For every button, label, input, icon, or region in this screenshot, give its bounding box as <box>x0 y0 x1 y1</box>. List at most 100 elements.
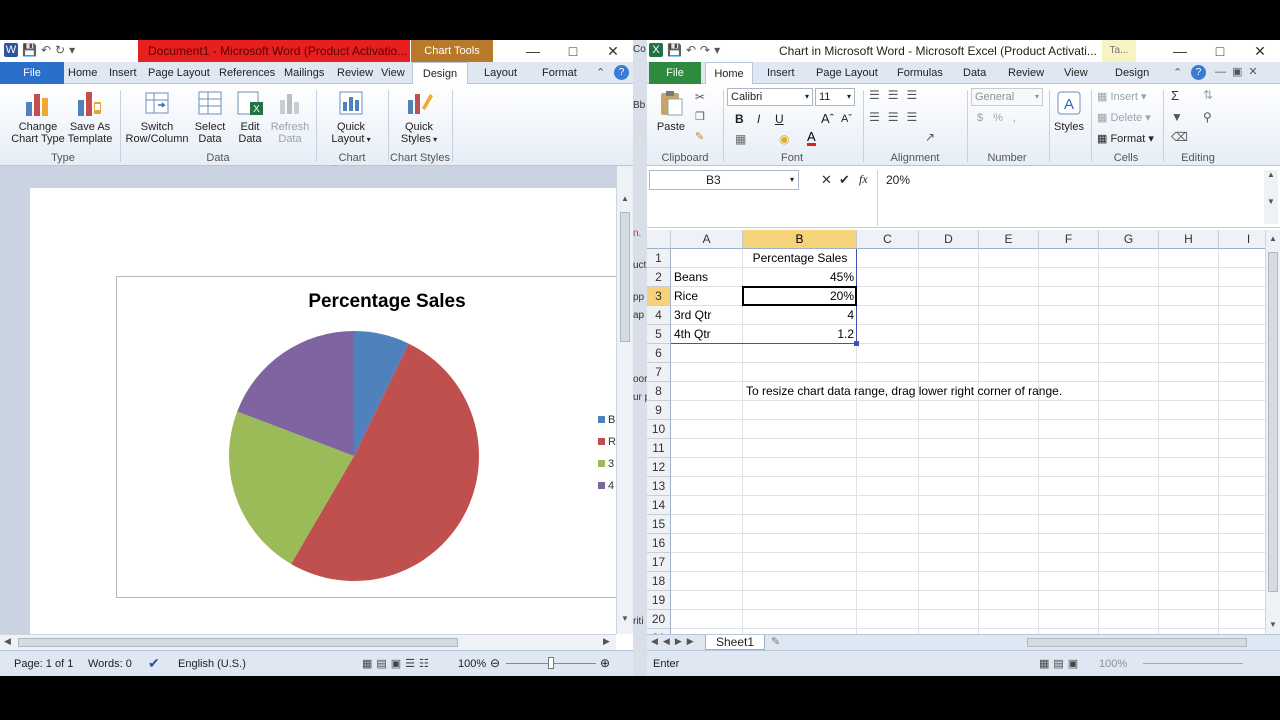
column-header-f[interactable]: F <box>1039 230 1099 249</box>
view-buttons-icon[interactable]: ▦▤▣ <box>1039 657 1082 670</box>
bold-icon[interactable]: B <box>735 112 744 126</box>
column-header-e[interactable]: E <box>979 230 1039 249</box>
row-header-19[interactable]: 19 <box>647 591 671 610</box>
word-scroll-thumb[interactable] <box>620 212 630 342</box>
row-header-8[interactable]: 8 <box>647 382 671 401</box>
fill-icon[interactable]: ▼ <box>1171 110 1183 124</box>
format-cells-button[interactable]: ▦ Format ▾ <box>1097 132 1154 145</box>
tab-design[interactable]: Design <box>412 62 468 85</box>
insert-cells-button[interactable]: ▦ Insert ▾ <box>1097 90 1147 103</box>
styles-button[interactable]: A Styles <box>1051 88 1087 133</box>
scroll-left-icon[interactable]: ◀ <box>4 636 11 647</box>
column-header-h[interactable]: H <box>1159 230 1219 249</box>
row-header-12[interactable]: 12 <box>647 458 671 477</box>
column-header-a[interactable]: A <box>671 230 743 249</box>
word-horizontal-scrollbar[interactable]: ◀ ▶ <box>0 634 616 650</box>
page-count[interactable]: Page: 1 of 1 <box>14 658 73 670</box>
row-header-3[interactable]: 3 <box>647 287 671 306</box>
chart-frame[interactable]: Percentage Sales BR34 <box>116 276 616 598</box>
row-header-7[interactable]: 7 <box>647 363 671 382</box>
sort-filter-icon[interactable]: ⇅ <box>1203 88 1213 102</box>
range-resize-handle[interactable] <box>854 341 859 346</box>
cut-icon[interactable]: ✂ <box>695 90 705 104</box>
number-format-icons[interactable]: $%, <box>977 112 1026 124</box>
cell-b2[interactable]: 45% <box>746 268 854 287</box>
column-header-g[interactable]: G <box>1099 230 1159 249</box>
minimize-icon[interactable]: — <box>513 40 553 62</box>
row-header-5[interactable]: 5 <box>647 325 671 344</box>
column-header-d[interactable]: D <box>919 230 979 249</box>
quick-layout-button[interactable]: Quick Layout ▾ <box>320 88 382 146</box>
formula-bar-scroll[interactable]: ▲ ▼ <box>1264 170 1278 224</box>
tab-home[interactable]: Home <box>705 62 753 85</box>
zoom-slider[interactable] <box>1143 663 1243 664</box>
row-header-18[interactable]: 18 <box>647 572 671 591</box>
cell-a3[interactable]: Rice <box>674 287 740 306</box>
row-header-16[interactable]: 16 <box>647 534 671 553</box>
tab-mailings[interactable]: Mailings <box>278 62 330 84</box>
excel-hscroll-thumb[interactable] <box>1027 638 1247 647</box>
paste-button[interactable]: Paste <box>653 88 689 133</box>
tab-home[interactable]: Home <box>62 62 103 84</box>
tab-file[interactable]: File <box>649 62 701 84</box>
cell-b5[interactable]: 1.2 <box>746 325 854 344</box>
customize-qat-icon[interactable]: ▾ <box>69 43 75 57</box>
tab-page-layout[interactable]: Page Layout <box>142 62 216 84</box>
font-size-select[interactable]: 11 ▾ <box>815 88 855 106</box>
format-painter-icon[interactable]: ✎ <box>695 130 704 143</box>
zoom-out-icon[interactable]: ⊖ <box>490 656 500 670</box>
undo-icon[interactable]: ↶ <box>41 43 51 57</box>
cell-a5[interactable]: 4th Qtr <box>674 325 740 344</box>
tab-page-layout[interactable]: Page Layout <box>810 62 884 84</box>
tab-file[interactable]: File <box>0 62 64 84</box>
copy-icon[interactable]: ❐ <box>695 110 705 123</box>
tab-insert[interactable]: Insert <box>103 62 143 84</box>
find-select-icon[interactable]: ⚲ <box>1203 110 1212 124</box>
clear-icon[interactable]: ⌫ <box>1171 130 1188 144</box>
column-header-i[interactable]: I <box>1219 230 1265 249</box>
tab-formulas[interactable]: Formulas <box>891 62 949 84</box>
tab-view[interactable]: View <box>1058 62 1094 84</box>
cell-b4[interactable]: 4 <box>746 306 854 325</box>
cancel-entry-icon[interactable]: ✕ <box>821 172 832 188</box>
quick-styles-button[interactable]: Quick Styles ▾ <box>392 88 446 146</box>
cell-a2[interactable]: Beans <box>674 268 740 287</box>
edit-data-button[interactable]: X Edit Data <box>230 88 270 145</box>
word-app-icon[interactable]: W <box>4 43 18 57</box>
tab-view[interactable]: View <box>375 62 411 84</box>
excel-zoom-level[interactable]: 100% <box>1099 658 1127 670</box>
word-vertical-scrollbar[interactable]: ▲ ▼ <box>616 166 633 634</box>
redo-icon[interactable]: ↷ <box>700 43 710 57</box>
minimize-icon[interactable]: — <box>1160 40 1200 62</box>
shrink-font-icon[interactable]: Aˇ <box>841 113 852 125</box>
tab-insert[interactable]: Insert <box>761 62 801 84</box>
workbook-window-controls-icon[interactable]: —▣✕ <box>1215 65 1264 78</box>
confirm-entry-icon[interactable]: ✔ <box>839 172 850 188</box>
insert-function-icon[interactable]: fx <box>859 172 868 187</box>
scroll-up-icon[interactable]: ▲ <box>1269 234 1277 243</box>
save-icon[interactable]: 💾 <box>22 43 37 57</box>
ribbon-collapse-icon[interactable]: ⌃ <box>596 66 605 79</box>
save-icon[interactable]: 💾 <box>667 43 682 57</box>
zoom-slider-thumb[interactable] <box>548 657 554 669</box>
tab-data[interactable]: Data <box>957 62 992 84</box>
row-header-20[interactable]: 20 <box>647 610 671 629</box>
row-header-14[interactable]: 14 <box>647 496 671 515</box>
help-icon[interactable]: ? <box>1191 65 1206 80</box>
word-hscroll-thumb[interactable] <box>18 638 458 647</box>
row-header-17[interactable]: 17 <box>647 553 671 572</box>
tab-review[interactable]: Review <box>331 62 379 84</box>
spreadsheet-grid[interactable]: A B C D E F G H I 1 2 3 4 5 6 7 8 9 10 11 12 13 14 15 16 17 18 19 20… <box>647 230 1265 634</box>
row-header-4[interactable]: 4 <box>647 306 671 325</box>
underline-icon[interactable]: U <box>775 112 784 126</box>
column-header-c[interactable]: C <box>857 230 919 249</box>
word-count[interactable]: Words: 0 <box>88 658 132 670</box>
row-header-13[interactable]: 13 <box>647 477 671 496</box>
row-header-2[interactable]: 2 <box>647 268 671 287</box>
redo-icon[interactable]: ↻ <box>55 43 65 57</box>
tab-design[interactable]: Design <box>1109 62 1155 84</box>
customize-qat-icon[interactable]: ▾ <box>714 43 720 57</box>
italic-icon[interactable]: I <box>757 112 760 126</box>
word-zoom-level[interactable]: 100% <box>458 658 486 670</box>
ribbon-collapse-icon[interactable]: ⌃ <box>1173 66 1182 79</box>
